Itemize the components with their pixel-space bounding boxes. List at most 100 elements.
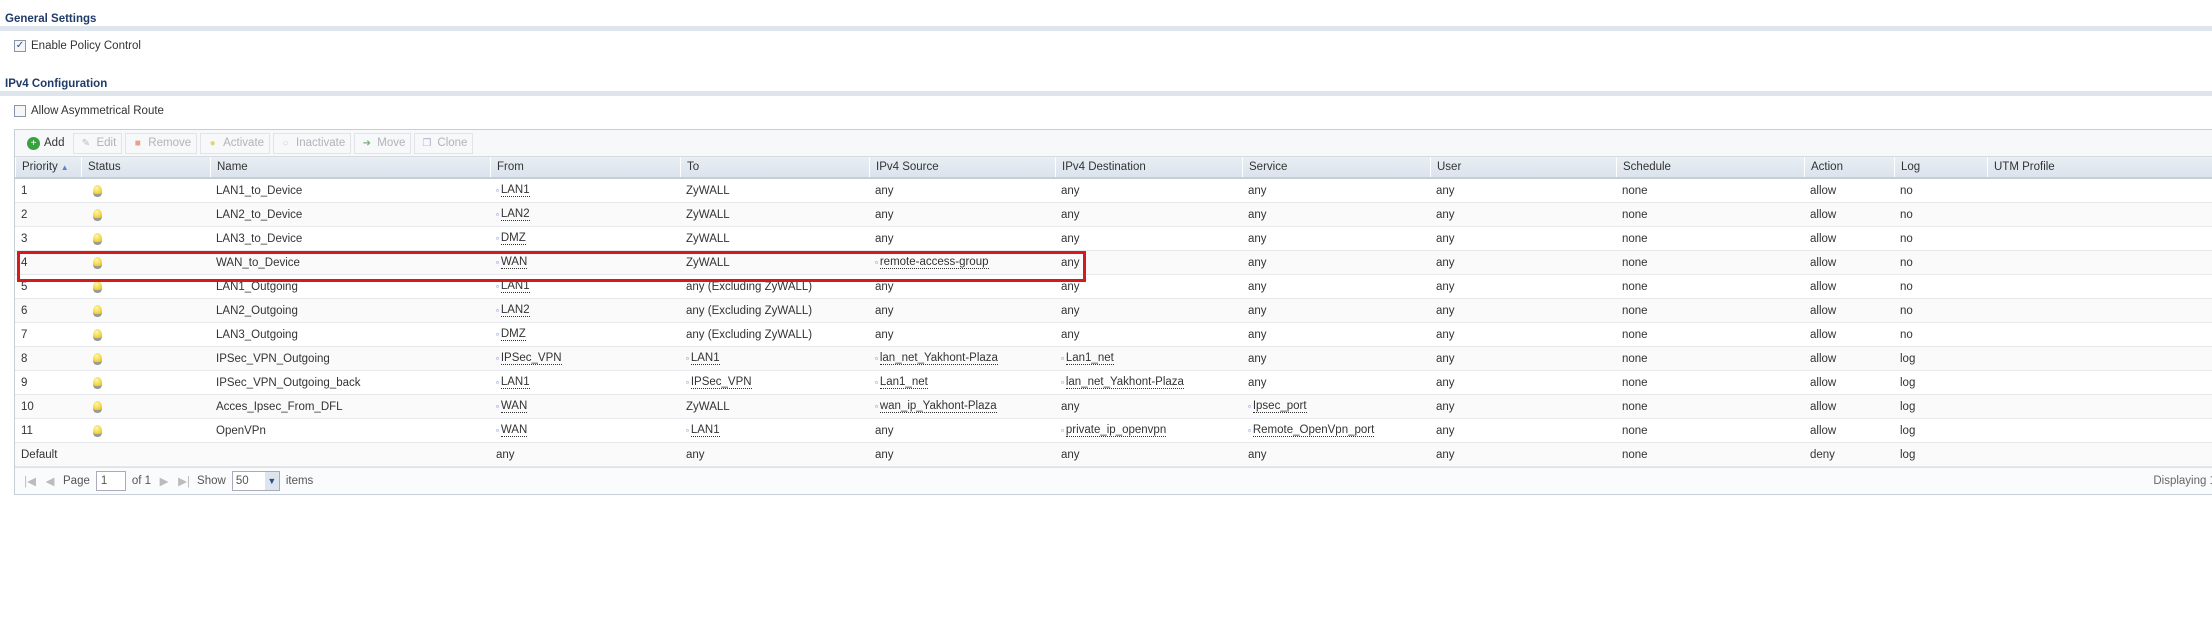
cell-text: deny bbox=[1810, 448, 1835, 461]
cell-name: LAN3_to_Device bbox=[210, 227, 302, 250]
last-page-button[interactable]: ▶| bbox=[177, 474, 191, 488]
table-row[interactable]: Default any any any any any any none deny log bbox=[15, 443, 2212, 467]
table-row[interactable]: 7 LAN3_Outgoing ▫ DMZ any (Excluding ZyWALL)… bbox=[15, 323, 2212, 347]
cell-to: ZyWALL bbox=[680, 395, 730, 418]
object-link[interactable]: lan_net_Yakhont-Plaza bbox=[1065, 376, 1184, 389]
bulb-active-icon[interactable] bbox=[93, 376, 102, 389]
cell-name: LAN2_to_Device bbox=[210, 203, 302, 226]
table-row[interactable]: 6 LAN2_Outgoing ▫ LAN2 any (Excluding ZyWALL… bbox=[15, 299, 2212, 323]
object-icon: ▫ bbox=[496, 186, 499, 195]
object-link[interactable]: Lan1_net bbox=[879, 376, 928, 389]
cell-service: any bbox=[1242, 275, 1267, 298]
object-link[interactable]: WAN bbox=[500, 424, 528, 437]
object-link[interactable]: private_ip_openvpn bbox=[1065, 424, 1167, 437]
column-header-service[interactable]: Service bbox=[1242, 157, 1287, 177]
column-header-ipv4-source[interactable]: IPv4 Source bbox=[869, 157, 939, 177]
column-header-schedule[interactable]: Schedule bbox=[1616, 157, 1671, 177]
enable-policy-control[interactable]: ✓ Enable Policy Control bbox=[14, 40, 141, 52]
cell-to: any bbox=[680, 443, 705, 466]
move-label: Move bbox=[377, 137, 406, 149]
cell-action: allow bbox=[1804, 419, 1836, 442]
cell-schedule: none bbox=[1616, 323, 1648, 346]
bulb-active-icon[interactable] bbox=[93, 328, 102, 341]
column-header-log[interactable]: Log bbox=[1894, 157, 1920, 177]
cell-log: no bbox=[1894, 227, 1913, 250]
object-link[interactable]: LAN2 bbox=[500, 208, 530, 221]
bulb-active-icon[interactable] bbox=[93, 184, 102, 197]
column-header-user[interactable]: User bbox=[1430, 157, 1461, 177]
table-row[interactable]: 2 LAN2_to_Device ▫ LAN2 ZyWALL any any any any no… bbox=[15, 203, 2212, 227]
column-header-action[interactable]: Action bbox=[1804, 157, 1843, 177]
object-link[interactable]: IPSec_VPN bbox=[500, 352, 562, 365]
clone-icon: ❐ bbox=[422, 137, 432, 149]
cell-text: none bbox=[1622, 424, 1648, 437]
column-header-ipv4-destination[interactable]: IPv4 Destination bbox=[1055, 157, 1146, 177]
table-row[interactable]: 3 LAN3_to_Device ▫ DMZ ZyWALL any any any any non… bbox=[15, 227, 2212, 251]
cell-action: allow bbox=[1804, 227, 1836, 250]
cell-utm bbox=[1987, 371, 1993, 394]
object-link[interactable]: Remote_OpenVpn_port bbox=[1252, 424, 1375, 437]
column-header-priority[interactable]: Priority ▲ bbox=[15, 157, 69, 177]
object-link[interactable]: LAN1 bbox=[690, 424, 720, 437]
cell-text: none bbox=[1622, 448, 1648, 461]
object-link[interactable]: wan_ip_Yakhont-Plaza bbox=[879, 400, 997, 413]
column-header-from[interactable]: From bbox=[490, 157, 524, 177]
allow-asymmetrical-route[interactable]: Allow Asymmetrical Route bbox=[14, 105, 164, 117]
cell-priority: 11 bbox=[15, 419, 33, 442]
edit-button[interactable]: ✎ Edit bbox=[73, 132, 123, 154]
bulb-active-icon[interactable] bbox=[93, 352, 102, 365]
remove-button[interactable]: ■ Remove bbox=[125, 132, 198, 154]
table-row[interactable]: 11 OpenVPn ▫ WAN ▫ LAN1 any ▫ private_ip_openvpn… bbox=[15, 419, 2212, 443]
edit-icon: ✎ bbox=[81, 137, 91, 149]
object-link[interactable]: Ipsec_port bbox=[1252, 400, 1307, 413]
cell-text: any bbox=[1248, 232, 1267, 245]
page-size-select[interactable]: 50 ▼ bbox=[231, 471, 280, 491]
table-row[interactable]: 8 IPSec_VPN_Outgoing ▫ IPSec_VPN ▫ LAN1 ▫ lan_n… bbox=[15, 347, 2212, 371]
object-link[interactable]: DMZ bbox=[500, 328, 526, 341]
table-row[interactable]: 9 IPSec_VPN_Outgoing_back ▫ LAN1 ▫ IPSec_VPN ▫… bbox=[15, 371, 2212, 395]
cell-from: ▫ LAN2 bbox=[490, 299, 530, 322]
allow-asymmetrical-checkbox[interactable] bbox=[14, 105, 26, 117]
cell-utm bbox=[1987, 323, 1993, 346]
bulb-active-icon[interactable] bbox=[93, 208, 102, 221]
page-input[interactable]: 1 bbox=[95, 471, 126, 491]
next-page-button[interactable]: ▶ bbox=[157, 474, 171, 488]
object-link[interactable]: lan_net_Yakhont-Plaza bbox=[879, 352, 998, 365]
bulb-active-icon[interactable] bbox=[93, 304, 102, 317]
move-button[interactable]: ➜ Move bbox=[354, 132, 412, 154]
object-link[interactable]: IPSec_VPN bbox=[690, 376, 752, 389]
clone-button[interactable]: ❐ Clone bbox=[414, 132, 474, 154]
table-row[interactable]: 10 Acces_Ipsec_From_DFL ▫ WAN ZyWALL ▫ wan_ip_… bbox=[15, 395, 2212, 419]
object-link[interactable]: LAN1 bbox=[500, 184, 530, 197]
bulb-active-icon[interactable] bbox=[93, 280, 102, 293]
bulb-active-icon[interactable] bbox=[93, 400, 102, 413]
bulb-active-icon[interactable] bbox=[93, 424, 102, 437]
prev-page-button[interactable]: ◀ bbox=[43, 474, 57, 488]
enable-policy-checkbox[interactable]: ✓ bbox=[14, 40, 26, 52]
column-header-status[interactable]: Status bbox=[81, 157, 121, 177]
column-header-utm-profile[interactable]: UTM Profile bbox=[1987, 157, 2055, 177]
object-link[interactable]: DMZ bbox=[500, 232, 526, 245]
first-page-button[interactable]: |◀ bbox=[23, 474, 37, 488]
object-link[interactable]: LAN1 bbox=[500, 376, 530, 389]
object-link[interactable]: WAN bbox=[500, 400, 528, 413]
column-header-name[interactable]: Name bbox=[210, 157, 248, 177]
activate-button[interactable]: ● Activate bbox=[200, 132, 271, 154]
cell-action: allow bbox=[1804, 323, 1836, 346]
object-link[interactable]: LAN1 bbox=[690, 352, 720, 365]
cell-text: none bbox=[1622, 352, 1648, 365]
cell-name: OpenVPn bbox=[210, 419, 266, 442]
cell-log: log bbox=[1894, 419, 1915, 442]
add-button[interactable]: + Add bbox=[21, 133, 70, 154]
table-row[interactable]: 1 LAN1_to_Device ▫ LAN1 ZyWALL any any any any no… bbox=[15, 179, 2212, 203]
cell-service: ▫ Remote_OpenVpn_port bbox=[1242, 419, 1375, 442]
cell-text: 7 bbox=[21, 328, 28, 341]
inactivate-button[interactable]: ○ Inactivate bbox=[273, 132, 352, 154]
cell-status bbox=[81, 347, 102, 370]
object-link[interactable]: Lan1_net bbox=[1065, 352, 1114, 365]
bulb-active-icon[interactable] bbox=[93, 232, 102, 245]
cell-log: no bbox=[1894, 203, 1913, 226]
column-header-to[interactable]: To bbox=[680, 157, 699, 177]
object-link[interactable]: LAN2 bbox=[500, 304, 530, 317]
object-icon: ▫ bbox=[686, 426, 689, 435]
